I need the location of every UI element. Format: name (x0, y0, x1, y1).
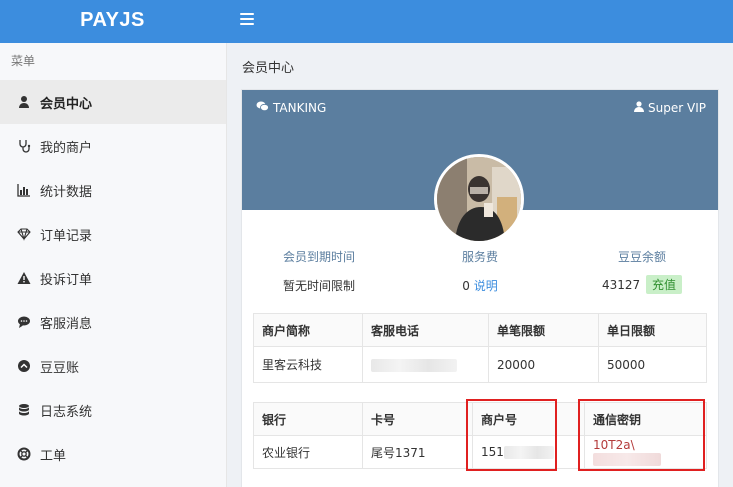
sidebar-item-label: 日志系统 (40, 404, 93, 420)
table-header: 卡号 (362, 402, 473, 436)
sidebar-header: 菜单 (11, 54, 36, 68)
circle-up-icon (16, 358, 32, 374)
table-header: 客服电话 (362, 313, 489, 347)
user-icon (16, 94, 32, 110)
sidebar-item-complaints[interactable]: 投诉订单 (0, 256, 226, 300)
fee-value: 0 说明 (405, 277, 555, 294)
bar-chart-icon (16, 182, 32, 198)
table-header-row: 商户简称 客服电话 单笔限额 单日限额 (253, 313, 707, 347)
table-cell: 里客云科技 (253, 346, 363, 383)
stat-expire: 会员到期时间 暂无时间限制 (244, 248, 394, 294)
redacted-merchant-id (503, 446, 554, 459)
stat-balance: 豆豆余额 43127 充值 (567, 248, 717, 294)
username-label: TANKING (256, 101, 326, 115)
page-title: 会员中心 (242, 61, 295, 76)
table-cell: 20000 (488, 346, 599, 383)
lifebuoy-icon (16, 446, 32, 462)
table-header: 单笔限额 (488, 313, 599, 347)
sidebar-item-label: 工单 (40, 448, 67, 464)
expire-label: 会员到期时间 (282, 250, 355, 264)
expire-value: 暂无时间限制 (282, 279, 355, 293)
member-card: TANKING Super VIP 会员到期时间 暂无时间限制 服务费 0 说明… (241, 89, 719, 487)
comm-key: 10T2a\ (593, 438, 635, 452)
sidebar-item-member-center[interactable]: 会员中心 (0, 80, 226, 124)
sidebar: 菜单 会员中心 我的商户 统计数据 订单记录 投诉订单 客服消息 豆豆账 日志系… (0, 43, 227, 487)
merchant-id: 151 (481, 445, 504, 459)
avatar[interactable] (434, 154, 524, 244)
table-row: 农业银行 尾号1371 151 10T2a\ (253, 435, 707, 469)
sidebar-item-cs-messages[interactable]: 客服消息 (0, 300, 226, 344)
recharge-button[interactable]: 充值 (646, 275, 683, 294)
table-row: 里客云科技 20000 50000 (253, 346, 707, 383)
top-bar: PAYJS (0, 0, 733, 43)
vip-level-label: Super VIP (634, 101, 706, 115)
table-cell (362, 346, 489, 383)
table-header: 通信密钥 (584, 402, 707, 436)
chat-icon (16, 314, 32, 330)
stethoscope-icon (16, 138, 32, 154)
vip-level: Super VIP (648, 101, 706, 115)
sidebar-item-label: 统计数据 (40, 184, 93, 200)
fee-amount: 0 (462, 279, 470, 293)
stat-fee: 服务费 0 说明 (405, 248, 555, 294)
sidebar-item-label: 会员中心 (40, 96, 93, 112)
sidebar-item-my-merchants[interactable]: 我的商户 (0, 124, 226, 168)
diamond-icon (16, 226, 32, 242)
sidebar-item-label: 客服消息 (40, 316, 93, 332)
redacted-phone (371, 358, 457, 372)
database-icon (16, 402, 32, 418)
balance-value: 43127 充值 (567, 275, 717, 294)
table-cell: 尾号1371 (362, 435, 473, 469)
sidebar-item-label: 订单记录 (40, 228, 93, 244)
app-logo[interactable]: PAYJS (0, 0, 225, 43)
table-cell: 农业银行 (253, 435, 363, 469)
balance-amount: 43127 (601, 278, 641, 292)
table-cell: 50000 (598, 346, 707, 383)
sidebar-item-label: 豆豆账 (40, 360, 80, 376)
sidebar-item-statistics[interactable]: 统计数据 (0, 168, 226, 212)
username: TANKING (273, 101, 327, 115)
fee-label: 服务费 (461, 250, 498, 264)
sidebar-item-orders[interactable]: 订单记录 (0, 212, 226, 256)
sidebar-item-label: 我的商户 (40, 140, 93, 156)
balance-label: 豆豆余额 (617, 250, 666, 264)
sidebar-item-beans-account[interactable]: 豆豆账 (0, 344, 226, 388)
sidebar-item-log-system[interactable]: 日志系统 (0, 388, 226, 432)
warning-icon (16, 270, 32, 286)
table-header-row: 银行 卡号 商户号 通信密钥 (253, 402, 707, 436)
table-header: 银行 (253, 402, 363, 436)
merchant-table: 商户简称 客服电话 单笔限额 单日限额 里客云科技 20000 50000 (253, 313, 707, 383)
table-header: 单日限额 (598, 313, 707, 347)
menu-toggle-icon[interactable] (240, 13, 254, 25)
table-header: 商户号 (472, 402, 585, 436)
sidebar-item-tickets[interactable]: 工单 (0, 432, 226, 476)
chat-bubbles-icon (256, 101, 269, 115)
redacted-comm-key (593, 453, 661, 466)
bank-table: 银行 卡号 商户号 通信密钥 农业银行 尾号1371 151 10T2a\ (253, 402, 707, 469)
table-cell: 10T2a\ (584, 435, 707, 469)
fee-explain-link[interactable]: 说明 (474, 279, 498, 293)
sidebar-item-label: 投诉订单 (40, 272, 93, 288)
table-cell: 151 (472, 435, 585, 469)
user-icon (634, 101, 645, 115)
table-header: 商户简称 (253, 313, 363, 347)
main-content: 会员中心 TANKING Super VIP 会员到期时间 暂无时间限制 服务费… (228, 43, 733, 487)
